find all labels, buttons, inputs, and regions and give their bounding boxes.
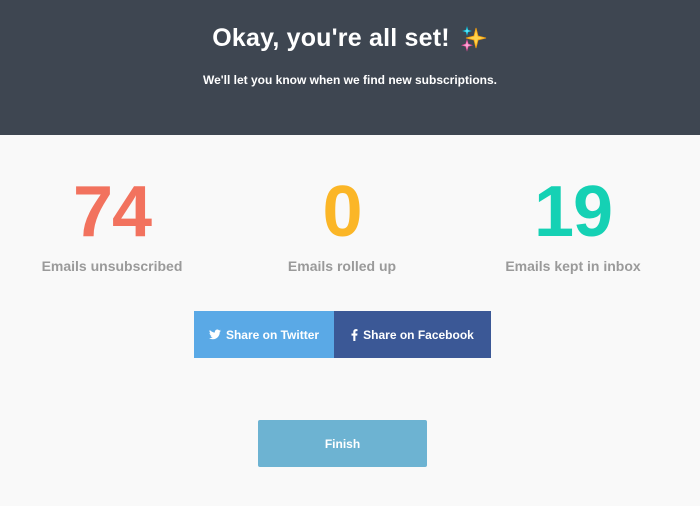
share-facebook-label: Share on Facebook [363, 327, 474, 342]
share-buttons: Share on Twitter Share on Facebook [194, 311, 491, 358]
facebook-f-icon [351, 328, 358, 341]
stat-unsubscribed: 74 Emails unsubscribed [12, 170, 212, 274]
stat-label: Emails unsubscribed [41, 258, 183, 274]
sparkles-icon [460, 25, 488, 53]
share-on-twitter-button[interactable]: Share on Twitter [194, 311, 334, 358]
header-title-row: Okay, you're all set! [0, 24, 700, 53]
finish-button[interactable]: Finish [258, 420, 427, 467]
page-title: Okay, you're all set! [212, 24, 450, 52]
stat-value: 74 [72, 172, 152, 252]
stat-value: 0 [322, 172, 362, 252]
share-twitter-label: Share on Twitter [225, 327, 320, 342]
page-subtitle: We'll let you know when we find new subs… [203, 73, 497, 87]
header-banner: Okay, you're all set! We'll let you know… [0, 0, 700, 135]
twitter-bird-icon [208, 329, 221, 340]
stat-value: 19 [533, 172, 613, 252]
stat-label: Emails rolled up [287, 258, 397, 274]
stat-rolled-up: 0 Emails rolled up [242, 170, 442, 274]
share-on-facebook-button[interactable]: Share on Facebook [334, 311, 491, 358]
stat-label: Emails kept in inbox [505, 258, 641, 274]
stat-kept-in-inbox: 19 Emails kept in inbox [473, 170, 673, 274]
